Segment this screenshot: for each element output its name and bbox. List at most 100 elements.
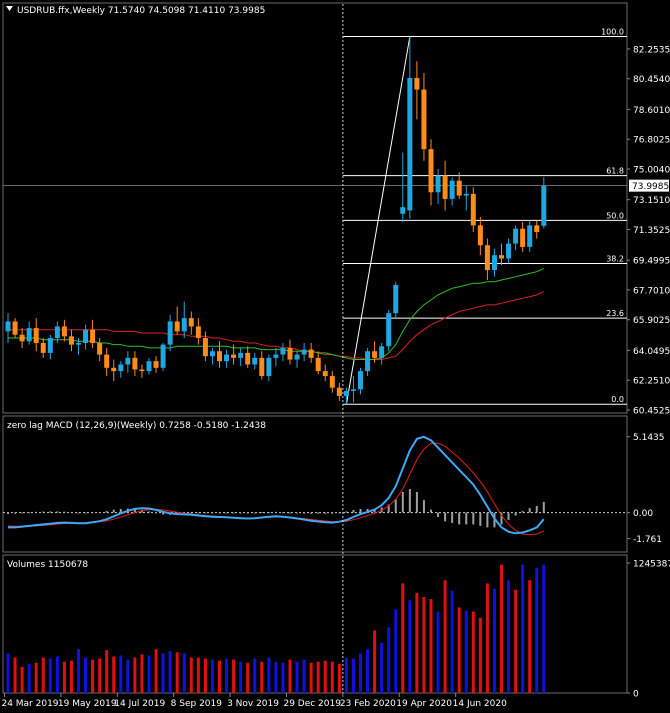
volume-bar (309, 662, 313, 693)
volume-bar (126, 659, 130, 693)
candle-body (428, 149, 434, 193)
macd-histogram-bar (274, 511, 277, 513)
candle-body (160, 344, 166, 368)
macd-histogram-bar (458, 512, 461, 525)
macd-histogram-bar (28, 512, 31, 514)
fib-level-label: 38.2 (606, 254, 624, 263)
macd-histogram-bar (451, 512, 454, 523)
volume-bar (422, 596, 426, 693)
candle-body (350, 389, 356, 391)
candle-body (322, 371, 328, 377)
candle-body (174, 321, 180, 332)
candle-body (217, 351, 222, 362)
volume-bar (394, 609, 398, 693)
candle-body (245, 352, 251, 365)
volume-bar (408, 600, 412, 693)
macd-histogram-bar (437, 512, 440, 518)
candle-body (541, 185, 547, 226)
macd-histogram-bar (260, 512, 263, 514)
macd-title: zero lag MACD (12,26,9)(Weekly) 0.7258 -… (7, 421, 266, 431)
volume-tick-label: 0 (633, 690, 639, 700)
volume-bar (337, 663, 341, 693)
macd-histogram-bar (197, 512, 200, 514)
candle-body (435, 175, 441, 193)
volume-bar (91, 659, 95, 693)
price-tick-label: 76.8025 (633, 136, 670, 146)
macd-histogram-bar (479, 512, 482, 526)
volume-bar (373, 630, 377, 693)
candle-body (238, 352, 244, 358)
volume-bar (189, 657, 193, 693)
candle-body (266, 357, 272, 377)
macd-histogram-bar (105, 511, 108, 513)
candle-body (47, 337, 53, 353)
price-tick-label: 65.9025 (633, 316, 670, 326)
macd-histogram-bar (98, 512, 101, 513)
candle-body (499, 255, 504, 259)
volume-bar (521, 564, 525, 693)
price-tick-label: 80.4540 (633, 75, 670, 85)
volume-bar (330, 661, 334, 693)
macd-histogram-bar (148, 511, 150, 513)
price-tick-label: 62.2510 (633, 377, 670, 387)
volume-bar (147, 655, 151, 693)
volume-bar (168, 651, 172, 693)
candle-body (33, 328, 39, 343)
candle-body (259, 357, 265, 377)
volume-bar (380, 642, 384, 693)
macd-histogram-bar (465, 512, 468, 525)
macd-histogram-bar (394, 499, 397, 513)
volume-bar (203, 658, 207, 693)
candle-body (132, 357, 138, 370)
candle-body (407, 77, 413, 211)
candle-body (202, 337, 208, 357)
macd-histogram-bar (507, 512, 510, 520)
price-tick-label: 73.1510 (633, 196, 670, 206)
volume-bar (34, 662, 38, 693)
volume-bar (464, 610, 468, 693)
macd-histogram-bar (70, 512, 73, 514)
candle-body (97, 342, 103, 355)
volume-bar (41, 657, 45, 693)
macd-histogram-bar (14, 512, 17, 514)
macd-histogram-bar (225, 512, 228, 514)
candle-body (379, 346, 385, 358)
volume-bar (443, 580, 447, 693)
volume-bar (302, 659, 306, 693)
macd-histogram-bar (486, 512, 489, 528)
volume-bar (253, 658, 257, 693)
volume-bar (232, 659, 236, 693)
candle-body (477, 225, 483, 246)
volume-bar (98, 658, 102, 693)
candle-body (139, 369, 145, 372)
candle-body (118, 364, 124, 372)
price-tick-label: 60.4525 (633, 407, 670, 417)
price-tick-label: 75.0040 (633, 165, 670, 175)
time-tick-label: 8 Sep 2019 (171, 699, 223, 709)
time-tick-label: 3 Nov 2019 (227, 699, 279, 709)
volume-bar (457, 607, 461, 693)
macd-histogram-bar (444, 512, 447, 522)
volume-bar (359, 653, 362, 693)
macd-histogram-bar (401, 491, 404, 513)
chart-canvas: 82.2535 80.4540 78.6010 76.8025 75.0040 73.15… (0, 0, 670, 713)
candle-body (470, 193, 476, 226)
candle-body (231, 354, 237, 358)
volume-bar (274, 661, 278, 693)
volume-bar (478, 617, 482, 693)
macd-histogram-bar (112, 509, 115, 513)
macd-histogram-bar (408, 489, 411, 513)
macd-histogram-bar (296, 512, 299, 514)
candle-body (520, 228, 526, 247)
volume-bar (20, 666, 24, 693)
macd-histogram-bar (77, 512, 80, 514)
price-tick-label: 71.3525 (633, 226, 670, 236)
macd-histogram-bar (267, 512, 270, 513)
volume-bar (218, 660, 221, 693)
price-tick-label: 69.4995 (633, 257, 670, 267)
volume-bar (62, 661, 66, 693)
volume-tick-label: 1245387 (633, 560, 670, 570)
candle-body (5, 321, 11, 332)
macd-histogram-bar (472, 512, 475, 525)
volume-bar (323, 660, 327, 693)
